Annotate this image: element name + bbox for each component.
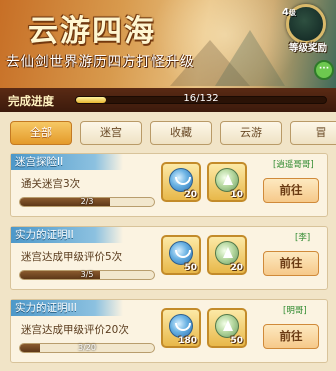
- tab-travel[interactable]: 云游: [220, 121, 282, 145]
- tab-adventure[interactable]: 冒: [290, 121, 336, 145]
- npc-tag: [李]: [295, 233, 311, 243]
- npc-tag: [逍遥哥哥]: [273, 160, 314, 170]
- reward-item[interactable]: 50: [161, 235, 201, 275]
- reward-quantity: 180: [178, 336, 197, 346]
- level-reward-label: 等级奖励: [288, 43, 327, 54]
- exp-scroll-icon: [169, 314, 193, 338]
- task-card: 实力的证明III 迷宫达成甲级评价20次 3/20 180 50 [明哥] 前往: [10, 299, 328, 363]
- task-title: 实力的证明II: [11, 227, 123, 243]
- jade-coin-icon: [215, 241, 239, 265]
- mountain-decoration: [215, 30, 285, 86]
- tab-collect[interactable]: 收藏: [150, 121, 212, 145]
- task-progress-text: 2/3: [80, 197, 94, 206]
- level-number-value: 4: [282, 7, 289, 18]
- exp-scroll-icon: [169, 168, 193, 192]
- task-card: 迷宫探险II 通关迷宫3次 2/3 20 10 [逍遥哥哥] 前往: [10, 153, 328, 217]
- task-progress-text: 3/5: [80, 270, 94, 279]
- reward-quantity: 20: [230, 263, 243, 273]
- page-subtitle: 去仙剑世界游历四方打怪升级: [6, 54, 195, 70]
- chat-bubble-icon[interactable]: ···: [314, 60, 334, 80]
- reward-item[interactable]: 20: [161, 162, 201, 202]
- reward-item[interactable]: 20: [207, 235, 247, 275]
- level-reward-button[interactable]: 4级 等级奖励: [280, 2, 334, 56]
- task-title: 实力的证明III: [11, 300, 123, 316]
- level-number: 4级: [282, 7, 296, 18]
- task-progress-text: 3/20: [78, 343, 96, 352]
- completion-progress: 完成进度 16/132: [0, 88, 336, 112]
- task-description: 迷宫达成甲级评价5次: [21, 251, 123, 263]
- exp-scroll-icon: [169, 241, 193, 265]
- reward-item[interactable]: 180: [161, 308, 201, 348]
- task-card: 实力的证明II 迷宫达成甲级评价5次 3/5 50 20 [李] 前往: [10, 226, 328, 290]
- page-title: 云游四海: [28, 14, 156, 49]
- reward-item[interactable]: 50: [207, 308, 247, 348]
- tab-maze[interactable]: 迷宫: [80, 121, 142, 145]
- task-panel: 全部 迷宫 收藏 云游 冒 迷宫探险II 通关迷宫3次 2/3 20 10 [逍…: [0, 112, 336, 371]
- reward-quantity: 50: [230, 336, 243, 346]
- tab-all[interactable]: 全部: [10, 121, 72, 145]
- reward-item[interactable]: 10: [207, 162, 247, 202]
- progress-label: 完成进度: [8, 94, 54, 108]
- jade-coin-icon: [215, 168, 239, 192]
- task-description: 通关迷宫3次: [21, 178, 81, 190]
- reward-quantity: 10: [230, 190, 243, 200]
- go-button[interactable]: 前往: [263, 178, 319, 203]
- task-description: 迷宫达成甲级评价20次: [21, 324, 129, 336]
- level-unit: 级: [288, 9, 296, 17]
- reward-quantity: 50: [184, 263, 197, 273]
- go-button[interactable]: 前往: [263, 324, 319, 349]
- progress-count: 16/132: [183, 93, 219, 104]
- task-title: 迷宫探险II: [11, 154, 123, 170]
- reward-quantity: 20: [184, 190, 197, 200]
- go-button[interactable]: 前往: [263, 251, 319, 276]
- header-banner: 云游四海 去仙剑世界游历四方打怪升级 4级 等级奖励 ···: [0, 0, 336, 88]
- npc-tag: [明哥]: [283, 306, 307, 316]
- jade-coin-icon: [215, 314, 239, 338]
